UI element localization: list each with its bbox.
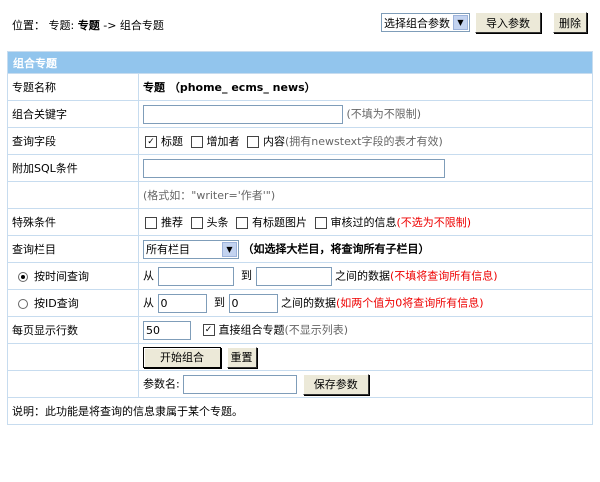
field-content-note: (拥有newstext字段的表才有效) xyxy=(285,135,443,148)
by-id-radio[interactable] xyxy=(18,299,28,309)
row-keyword: 组合关键字 (不填为不限制) xyxy=(7,100,593,128)
special-headline-checkbox[interactable] xyxy=(190,217,203,229)
keyword-hint: (不填为不限制) xyxy=(346,107,422,120)
label-column: 查询栏目 xyxy=(7,235,139,263)
special-recommend-label: 推荐 xyxy=(161,216,183,229)
row-query-field: 查询字段 ✓ 标题 增加者 内容(拥有newstext字段的表才有效) xyxy=(7,127,593,155)
column-select-value: 所有栏目 xyxy=(146,242,190,256)
direct-combine-label: 直接组合专题 xyxy=(218,323,285,336)
breadcrumb-prefix: 位置： xyxy=(12,19,45,32)
id-between-label: 之间的数据 xyxy=(281,296,336,309)
form-footer-note: 说明：此功能是将查询的信息隶属于某个专题。 xyxy=(7,397,593,425)
direct-combine-note: (不显示列表) xyxy=(284,323,349,336)
delete-button[interactable]: 删除 xyxy=(553,12,587,33)
special-recommend-checkbox[interactable] xyxy=(145,217,157,229)
param-name-label: 参数名: xyxy=(143,377,180,390)
row-sql-format: (格式如："writer='作者'") xyxy=(7,181,593,209)
row-save: 参数名: 保存参数 xyxy=(7,370,593,398)
field-content-checkbox[interactable] xyxy=(247,136,259,148)
breadcrumb-arrow: -> xyxy=(103,19,117,32)
empty-cell xyxy=(7,181,139,209)
id-from-label: 从 xyxy=(143,296,154,309)
label-special: 特殊条件 xyxy=(7,208,139,236)
label-topic-name: 专题名称 xyxy=(7,73,139,101)
row-topic-name: 专题名称 专题 （phome_ ecms_ news） xyxy=(7,73,593,101)
label-per-page: 每页显示行数 xyxy=(7,316,139,344)
per-page-input[interactable]: 50 xyxy=(143,320,191,340)
row-sql: 附加SQL条件 xyxy=(7,154,593,182)
param-name-input[interactable] xyxy=(183,374,298,394)
start-combine-button[interactable]: 开始组合 xyxy=(143,346,221,368)
id-note: (如两个值为0将查询所有信息) xyxy=(336,296,484,309)
field-adder-checkbox[interactable] xyxy=(190,136,203,148)
row-per-page: 每页显示行数 50 ✓ 直接组合专题(不显示列表) xyxy=(7,316,593,344)
time-to-label: 到 xyxy=(241,269,252,282)
direct-combine-checkbox[interactable]: ✓ xyxy=(202,324,215,336)
reset-button[interactable]: 重置 xyxy=(226,346,257,368)
topic-name-value: 专题 （phome_ ecms_ news） xyxy=(143,81,316,94)
param-select-value: 选择组合参数 xyxy=(384,16,450,30)
form-header: 组合专题 xyxy=(7,51,593,74)
id-start-input[interactable]: 0 xyxy=(157,293,207,313)
special-headline-label: 头条 xyxy=(206,216,229,229)
top-bar: 位置： 专题: 专题 -> 组合专题 选择组合参数 ▼ 导入参数 删除 xyxy=(0,0,600,44)
breadcrumb-link-topic[interactable]: 专题 xyxy=(49,19,71,32)
special-checked-checkbox[interactable] xyxy=(314,217,327,229)
row-actions: 开始组合 重置 xyxy=(7,343,593,371)
time-start-input[interactable] xyxy=(157,266,234,286)
row-by-time: 按时间查询 从 到 之间的数据(不填将查询所有信息) xyxy=(7,262,593,290)
empty-cell xyxy=(7,343,139,371)
column-note: （如选择大栏目，将查询所有子栏目） xyxy=(242,242,430,255)
import-button[interactable]: 导入参数 xyxy=(475,12,541,33)
field-title-label: 标题 xyxy=(161,135,183,148)
time-note: (不填将查询所有信息) xyxy=(390,269,498,282)
id-to-label: 到 xyxy=(214,296,225,309)
row-by-id: 按ID查询 从 0 到 0 之间的数据(如两个值为0将查询所有信息) xyxy=(7,289,593,317)
param-select[interactable]: 选择组合参数 ▼ xyxy=(381,13,470,32)
by-time-radio[interactable] xyxy=(18,272,28,282)
field-content-label: 内容 xyxy=(263,135,285,148)
special-titlepic-checkbox[interactable] xyxy=(236,217,248,229)
time-end-input[interactable] xyxy=(255,266,332,286)
chevron-down-icon[interactable]: ▼ xyxy=(453,15,468,30)
time-from-label: 从 xyxy=(143,269,154,282)
breadcrumb-page: 组合专题 xyxy=(119,19,164,32)
row-special: 特殊条件 推荐 头条 有标题图片 审核过的信息(不选为不限制) xyxy=(7,208,593,236)
empty-cell xyxy=(7,370,139,398)
field-adder-label: 增加者 xyxy=(206,135,240,148)
special-checked-label: 审核过的信息 xyxy=(330,216,397,229)
keyword-input[interactable] xyxy=(143,104,343,124)
time-between-label: 之间的数据 xyxy=(335,269,390,282)
label-sql: 附加SQL条件 xyxy=(7,154,139,182)
field-title-checkbox[interactable]: ✓ xyxy=(145,136,157,148)
save-params-button[interactable]: 保存参数 xyxy=(302,373,369,395)
row-footer: 说明：此功能是将查询的信息隶属于某个专题。 xyxy=(7,397,593,425)
sql-input[interactable] xyxy=(143,158,445,178)
label-by-id: 按ID查询 xyxy=(34,297,79,310)
id-end-input[interactable]: 0 xyxy=(228,293,278,313)
breadcrumb: 位置： 专题: 专题 -> 组合专题 xyxy=(12,19,164,32)
combine-topic-form: 组合专题 专题名称 专题 （phome_ ecms_ news） 组合关键字 (… xyxy=(7,51,593,425)
column-select[interactable]: 所有栏目 ▼ xyxy=(143,239,239,259)
breadcrumb-topic[interactable]: 专题 xyxy=(78,19,100,32)
sql-format-hint: (格式如："writer='作者'") xyxy=(138,181,593,209)
row-column: 查询栏目 所有栏目 ▼ （如选择大栏目，将查询所有子栏目） xyxy=(7,235,593,263)
label-keyword: 组合关键字 xyxy=(7,100,139,128)
chevron-down-icon[interactable]: ▼ xyxy=(222,241,237,257)
label-by-time: 按时间查询 xyxy=(34,270,89,283)
special-titlepic-label: 有标题图片 xyxy=(252,216,307,229)
label-query-field: 查询字段 xyxy=(7,127,139,155)
special-note: (不选为不限制) xyxy=(396,216,472,229)
